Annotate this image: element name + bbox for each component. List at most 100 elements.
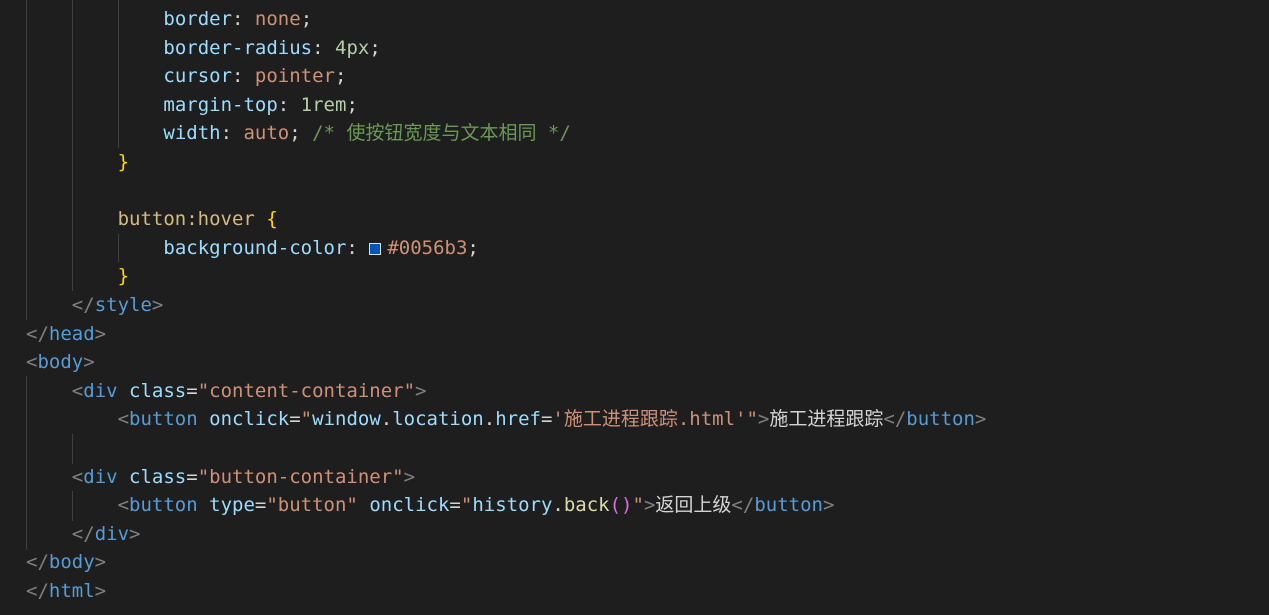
code-token: <	[117, 494, 130, 517]
code-token: back	[563, 494, 610, 517]
code-token: :	[232, 65, 255, 88]
code-token: html	[48, 580, 95, 602]
indent-guide	[118, 0, 119, 148]
code-token: >	[94, 551, 107, 574]
code-token: .	[483, 408, 496, 431]
code-token: <	[71, 465, 84, 488]
code-line[interactable]: </div>	[72, 520, 141, 549]
code-token: "	[460, 494, 473, 517]
code-line[interactable]: }	[118, 148, 129, 177]
code-line[interactable]: <button onclick="window.location.href='施…	[118, 405, 987, 434]
indent-guide	[72, 0, 73, 291]
code-token: >	[129, 522, 141, 545]
code-line[interactable]: </head>	[26, 320, 106, 349]
code-token: "button-container"	[197, 465, 404, 488]
code-line[interactable]: border-radius: 4px;	[163, 34, 380, 63]
code-token: history	[472, 494, 553, 517]
code-token: style	[94, 294, 152, 316]
code-token: class	[129, 379, 187, 402]
code-token: 1rem	[300, 93, 347, 116]
code-token: body	[48, 551, 95, 574]
code-line[interactable]: margin-top: 1rem;	[163, 91, 358, 120]
code-line[interactable]: <button type="button" onclick="history.b…	[118, 491, 835, 520]
code-token: cursor	[163, 65, 233, 88]
code-token: '施工进程跟踪.html'"	[552, 408, 758, 431]
code-token: border-radius	[163, 36, 313, 59]
code-token: .	[380, 408, 393, 431]
color-swatch-icon[interactable]	[369, 242, 382, 255]
code-line[interactable]: <body>	[26, 348, 95, 377]
code-token: :	[277, 93, 301, 116]
code-token: </	[71, 522, 95, 545]
code-token: div	[83, 465, 118, 488]
code-line[interactable]: width: auto; /* 使按钮宽度与文本相同 */	[163, 119, 570, 148]
code-token: {	[266, 208, 278, 231]
code-token: :	[312, 36, 335, 59]
code-token: .	[552, 494, 564, 517]
code-token: location	[392, 408, 484, 431]
code-token: </	[883, 408, 907, 431]
code-token: onclick	[209, 408, 290, 431]
code-token: button	[906, 408, 975, 431]
code-line[interactable]: </html>	[26, 577, 106, 606]
code-token: window	[312, 408, 381, 431]
code-token: >	[83, 351, 95, 374]
code-token: =	[186, 379, 198, 402]
code-line[interactable]: border: none;	[163, 5, 312, 34]
code-line[interactable]: background-color: #0056b3;	[163, 234, 478, 263]
code-token: }	[117, 265, 130, 288]
code-token: 4px	[335, 36, 370, 59]
code-token: =	[289, 408, 301, 431]
code-token: </	[71, 294, 95, 316]
code-token: =	[254, 494, 267, 517]
code-editor[interactable]: border: none; border-radius: 4px; cursor: …	[0, 0, 1269, 615]
code-token: /* 使按钮宽度与文本相同 */	[312, 122, 571, 145]
code-token: href	[495, 408, 541, 431]
code-token: ;	[289, 122, 313, 145]
code-token: </	[26, 551, 49, 574]
code-token: button	[754, 494, 823, 517]
code-token: :	[220, 122, 244, 145]
code-token: <	[71, 379, 84, 402]
code-token: :	[346, 236, 370, 259]
code-token: div	[83, 379, 118, 402]
code-token: >	[94, 580, 107, 602]
code-token: margin-top	[163, 93, 278, 116]
indent-guide	[26, 376, 27, 550]
code-token: "button"	[266, 494, 358, 517]
code-line[interactable]: button:hover {	[118, 205, 278, 234]
code-token: button:hover	[117, 208, 255, 231]
code-token: #0056b3	[387, 236, 468, 259]
code-token: ;	[467, 236, 479, 259]
code-token: >	[822, 494, 835, 517]
code-token: ;	[300, 8, 313, 30]
code-line[interactable]: cursor: pointer;	[163, 62, 346, 91]
code-token: >	[403, 465, 416, 488]
code-token: 返回上级	[655, 494, 732, 517]
code-token: ;	[346, 93, 358, 116]
code-line[interactable]: </body>	[26, 548, 106, 577]
code-token: <	[26, 351, 38, 374]
code-token: 施工进程跟踪	[769, 408, 884, 431]
code-token: body	[37, 351, 84, 374]
code-line[interactable]: <div class="button-container">	[72, 463, 415, 492]
code-token: type	[209, 494, 255, 517]
code-token: class	[129, 465, 187, 488]
code-token: "	[632, 494, 644, 517]
code-line[interactable]: </style>	[72, 291, 164, 320]
code-token: "content-container"	[197, 379, 416, 402]
code-token: <	[117, 408, 130, 431]
code-line[interactable]: <div class="content-container">	[72, 377, 427, 406]
code-token: none	[254, 8, 301, 30]
code-token: >	[94, 322, 107, 345]
code-token: background-color	[163, 236, 347, 259]
code-token: div	[94, 522, 130, 545]
code-token: </	[731, 494, 755, 517]
code-line[interactable]: }	[118, 262, 129, 291]
indent-guide	[72, 491, 73, 521]
code-token: =	[540, 408, 553, 431]
indent-guide	[72, 434, 73, 464]
